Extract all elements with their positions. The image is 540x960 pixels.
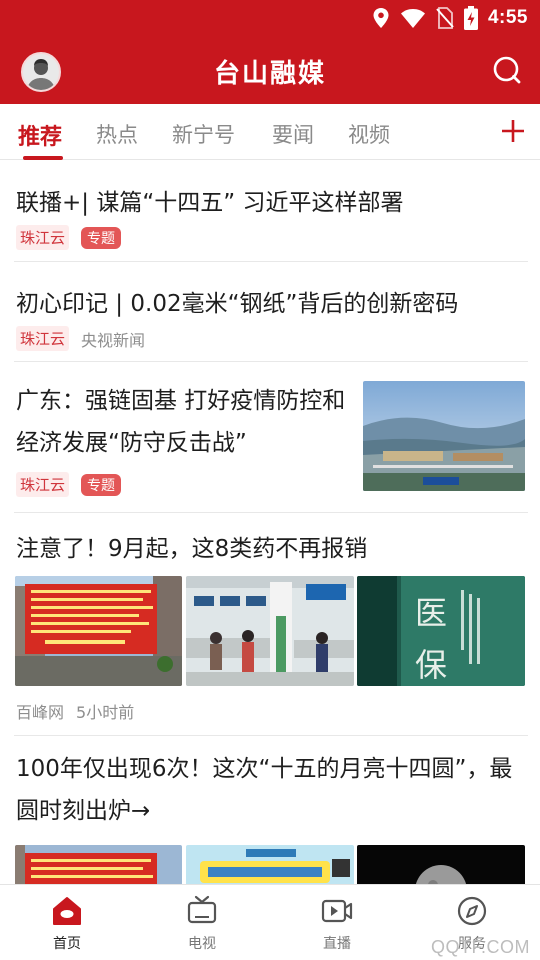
street-banner-photo[interactable] bbox=[15, 576, 182, 686]
tv-icon bbox=[187, 895, 217, 924]
publish-time: 5小时前 bbox=[76, 703, 135, 722]
status-bar: 4:55 bbox=[0, 0, 540, 36]
channel-tabs: 推荐 热点 新宁号 要闻 视频 bbox=[0, 104, 540, 160]
news-title[interactable]: 100年仅出现6次！这次“十五的月亮十四圆”，最圆时刻出炉→ bbox=[16, 748, 516, 832]
image-text-yi: 医 bbox=[415, 594, 447, 632]
live-video-icon bbox=[321, 899, 353, 923]
moon-photo[interactable] bbox=[357, 845, 525, 884]
app-title: 台山融媒 bbox=[213, 59, 326, 89]
active-tab-indicator bbox=[23, 156, 63, 160]
news-meta: 珠江云 专题 bbox=[16, 225, 122, 250]
news-title[interactable]: 广东：强链固基 打好疫情防控和经济发展“防守反击战” bbox=[16, 380, 346, 464]
compass-icon bbox=[457, 896, 487, 926]
topic-badge: 专题 bbox=[81, 226, 122, 249]
medical-insurance-sign-photo[interactable]: 医 保 bbox=[357, 576, 525, 686]
list-item[interactable]: 联播+| 谋篇“十四五” 习近平这样部署 珠江云 专题 bbox=[0, 161, 540, 261]
tab-headlines[interactable]: 要闻 bbox=[272, 119, 314, 149]
bottom-navigation: 首页 电视 直播 服务 QQTF.COM bbox=[0, 884, 540, 960]
news-feed[interactable]: 联播+| 谋篇“十四五” 习近平这样部署 珠江云 专题 初心印记 | 0.02毫… bbox=[0, 161, 540, 884]
tab-hot[interactable]: 热点 bbox=[96, 119, 138, 149]
image-text-bao: 保 bbox=[415, 646, 447, 684]
tab-video[interactable]: 视频 bbox=[348, 119, 390, 149]
news-title[interactable]: 初心印记 | 0.02毫米“钢纸”背后的创新密码 bbox=[16, 284, 458, 318]
location-icon bbox=[373, 8, 389, 28]
nav-label: 直播 bbox=[323, 936, 351, 952]
aerial-port-photo[interactable] bbox=[363, 381, 525, 491]
home-icon bbox=[53, 897, 81, 925]
source-text: 百峰网 bbox=[16, 703, 65, 722]
battery-charging-icon bbox=[463, 6, 478, 30]
source-tag: 珠江云 bbox=[16, 326, 70, 351]
hospital-counter-photo[interactable] bbox=[186, 576, 354, 686]
tab-xinning[interactable]: 新宁号 bbox=[172, 119, 235, 149]
street-banner-photo[interactable] bbox=[15, 845, 182, 884]
poster-photo[interactable] bbox=[186, 845, 354, 884]
nav-live[interactable]: 直播 bbox=[287, 895, 387, 953]
source-tag: 珠江云 bbox=[16, 472, 70, 497]
source-tag: 珠江云 bbox=[16, 225, 70, 250]
list-item[interactable]: 初心印记 | 0.02毫米“钢纸”背后的创新密码 珠江云 央视新闻 bbox=[0, 262, 540, 362]
status-icons: 4:55 bbox=[372, 6, 528, 30]
tab-recommended[interactable]: 推荐 bbox=[18, 119, 62, 151]
nav-label: 电视 bbox=[188, 936, 216, 952]
wifi-icon bbox=[400, 9, 425, 28]
news-title[interactable]: 注意了！9月起，这8类药不再报销 bbox=[16, 529, 367, 563]
news-meta: 珠江云 专题 bbox=[16, 472, 122, 497]
nav-label: 首页 bbox=[53, 936, 81, 952]
list-item[interactable]: 100年仅出现6次！这次“十五的月亮十四圆”，最圆时刻出炉→ bbox=[0, 736, 540, 884]
no-sim-icon bbox=[436, 7, 454, 29]
news-title[interactable]: 联播+| 谋篇“十四五” 习近平这样部署 bbox=[16, 183, 403, 217]
byline: 央视新闻 bbox=[81, 330, 146, 350]
nav-home[interactable]: 首页 bbox=[17, 895, 117, 953]
nav-tv[interactable]: 电视 bbox=[152, 895, 252, 953]
plus-icon[interactable] bbox=[500, 118, 526, 144]
list-item[interactable]: 注意了！9月起，这8类药不再报销 医 保 百峰网 5小时前 bbox=[0, 513, 540, 735]
topic-badge: 专题 bbox=[81, 473, 122, 496]
watermark-text: QQTF.COM bbox=[431, 937, 530, 957]
news-meta: 百峰网 5小时前 bbox=[16, 699, 134, 723]
list-item[interactable]: 广东：强链固基 打好疫情防控和经济发展“防守反击战” 珠江云 专题 bbox=[0, 362, 540, 512]
status-time: 4:55 bbox=[487, 7, 528, 28]
app-bar: 台山融媒 bbox=[0, 36, 540, 104]
news-meta: 珠江云 央视新闻 bbox=[16, 326, 145, 351]
search-icon[interactable] bbox=[492, 55, 522, 85]
